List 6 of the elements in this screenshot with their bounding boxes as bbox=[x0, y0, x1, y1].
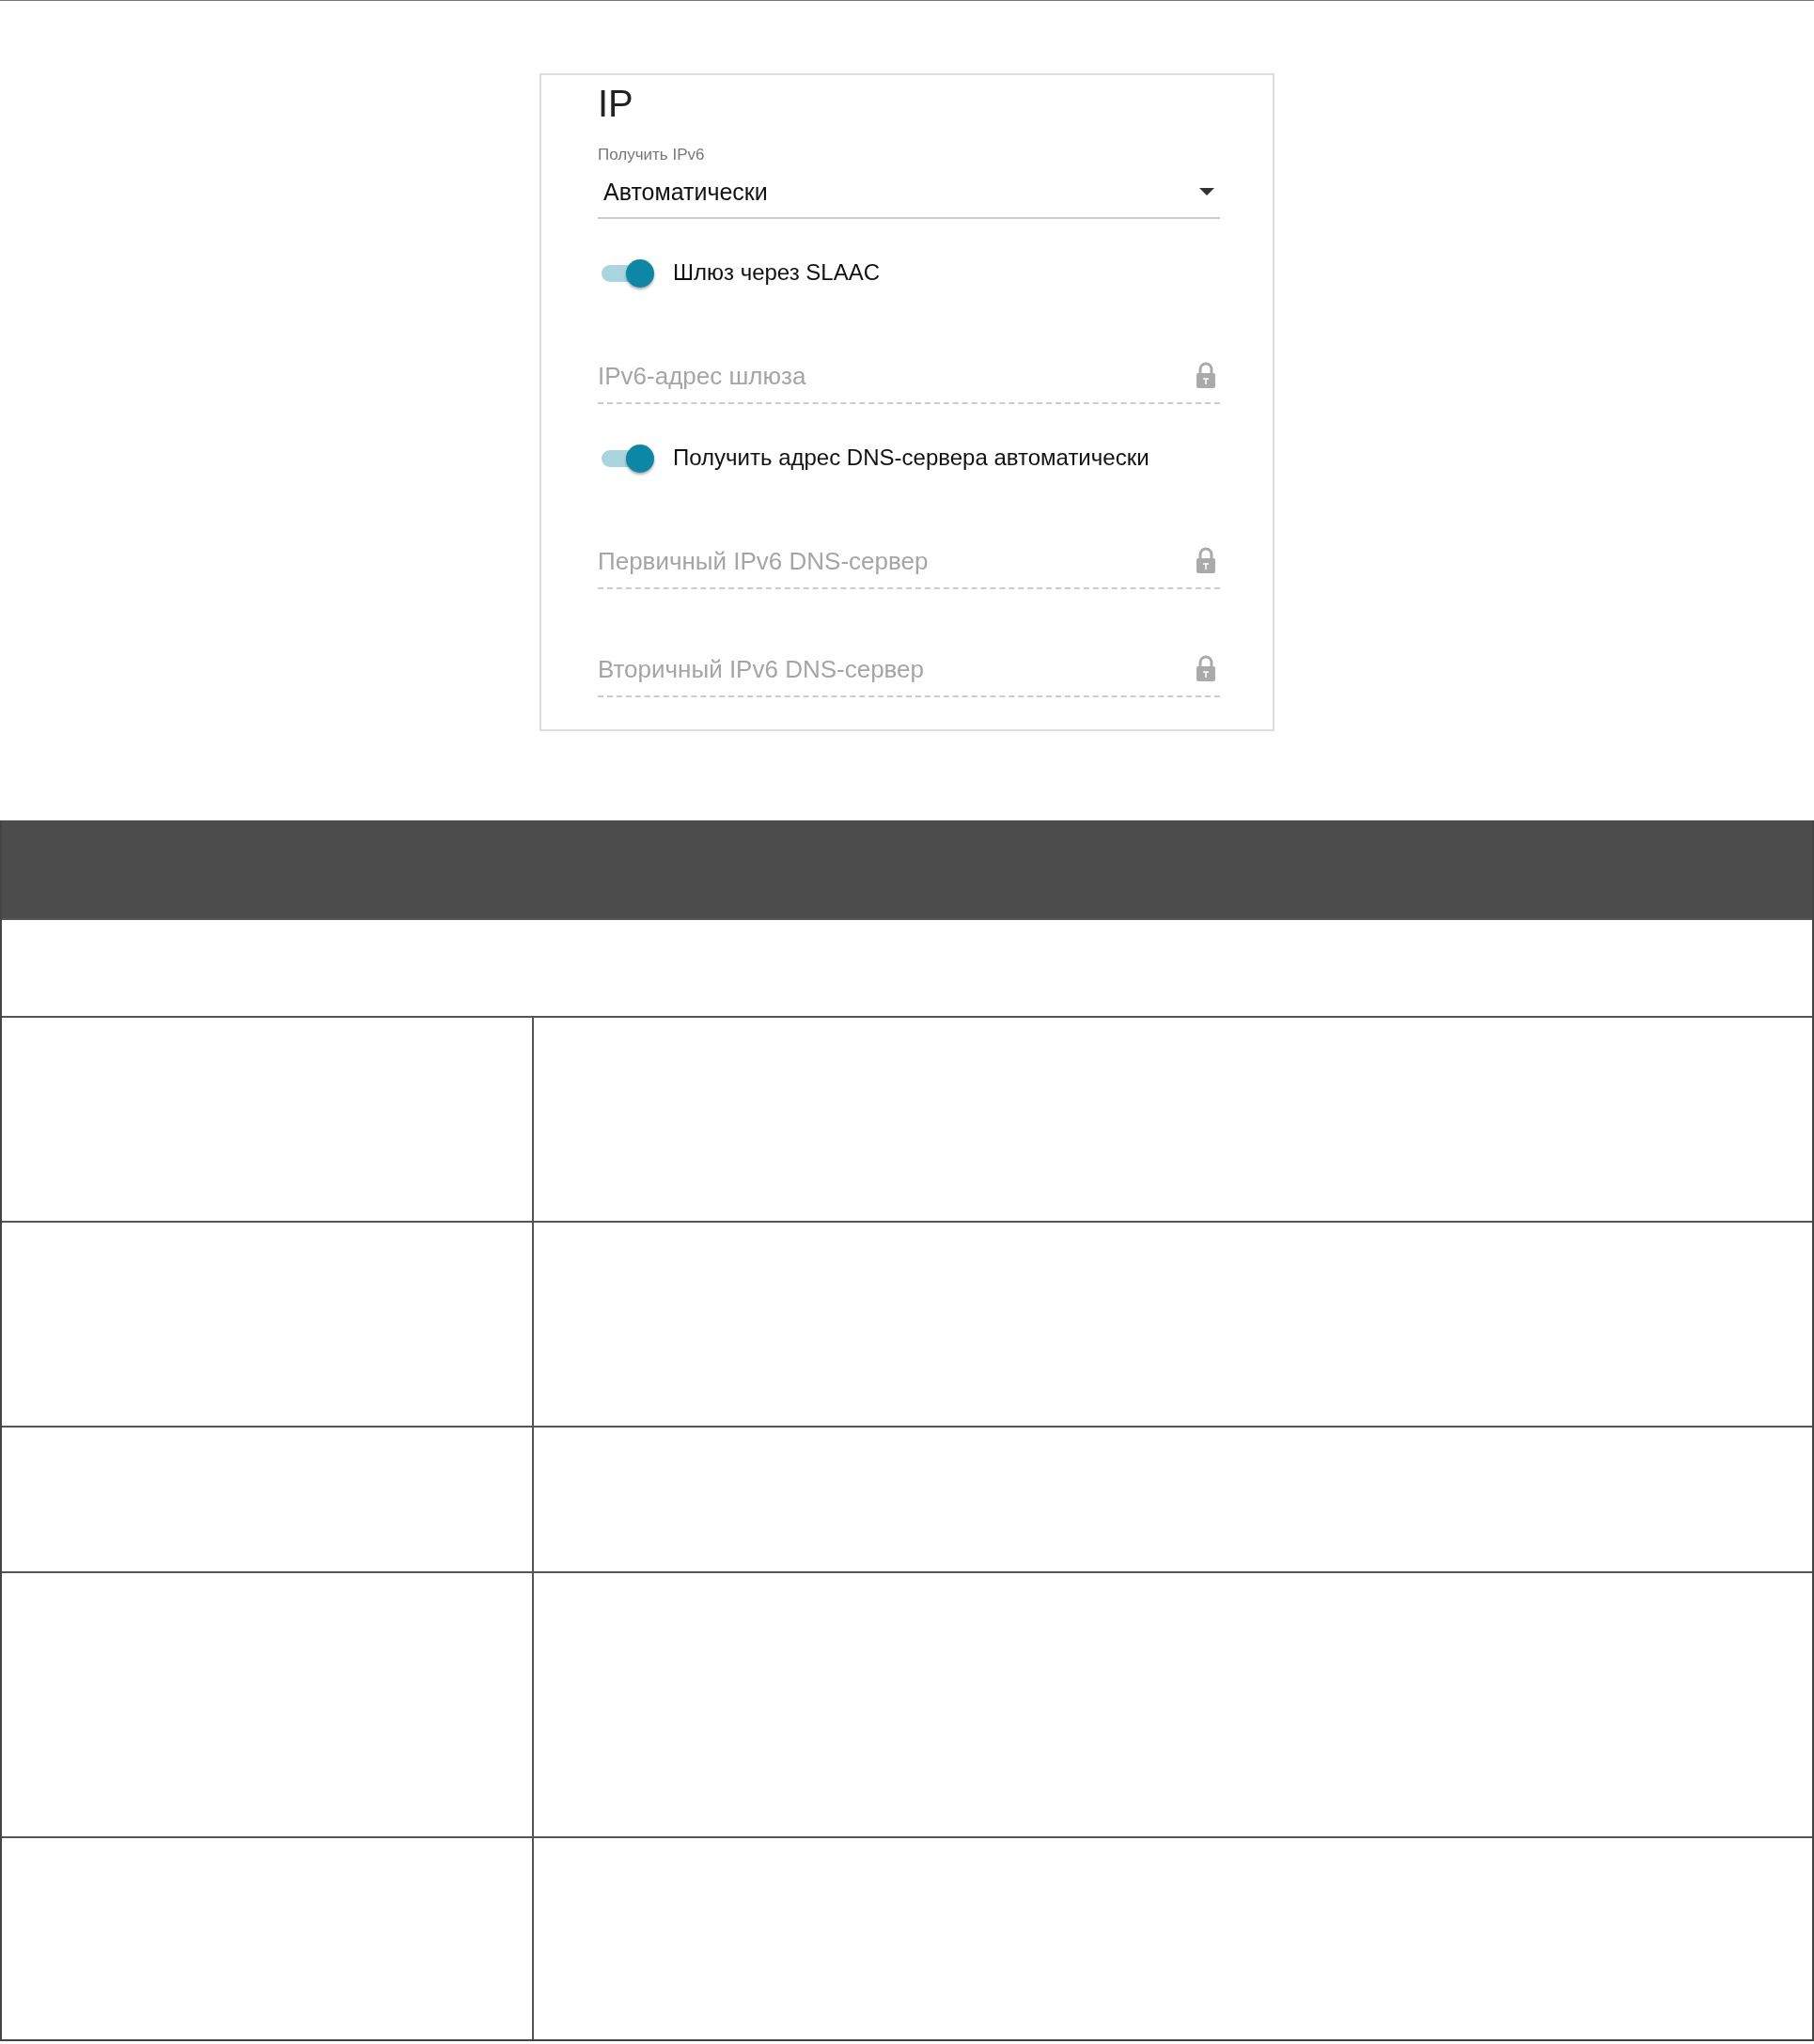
toggle-label: Шлюз через SLAAC bbox=[673, 258, 881, 287]
toggle-label: Получить адрес DNS-сервера автоматически bbox=[673, 444, 1149, 472]
panel-title: IP bbox=[598, 83, 634, 124]
caret-icon bbox=[1199, 188, 1214, 196]
select-label: Получить IPv6 bbox=[598, 145, 705, 165]
dropdown-select[interactable]: Автоматически bbox=[598, 166, 1220, 219]
